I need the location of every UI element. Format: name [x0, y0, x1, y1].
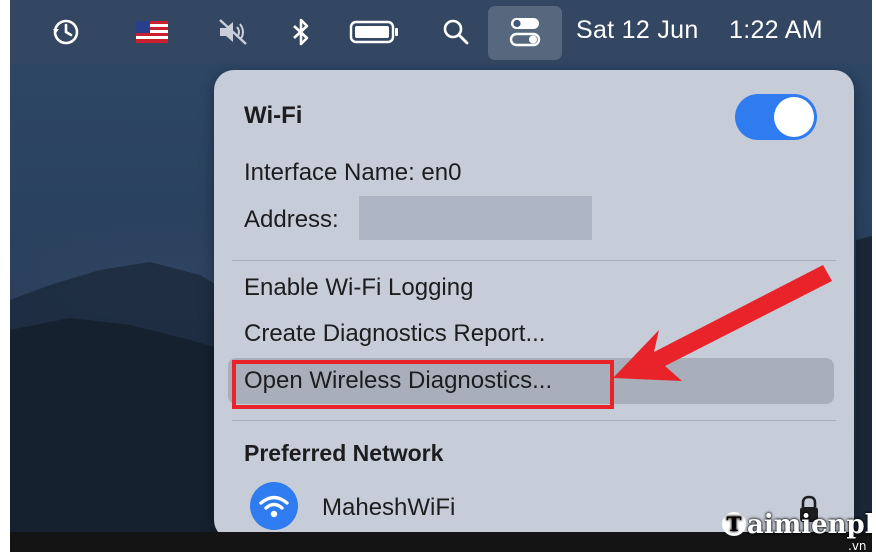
- wifi-toggle-knob: [774, 97, 814, 137]
- us-flag-icon[interactable]: [132, 0, 172, 64]
- address-value-redacted: [359, 196, 592, 240]
- annotation-highlight-box: [232, 360, 614, 409]
- menu-bar-time[interactable]: 1:22 AM: [729, 16, 823, 45]
- time-machine-icon[interactable]: [46, 0, 86, 64]
- control-center-icon[interactable]: [504, 0, 546, 64]
- menu-divider: [232, 420, 836, 421]
- create-diagnostics-report-item[interactable]: Create Diagnostics Report...: [244, 320, 545, 348]
- menu-bar-date[interactable]: Sat 12 Jun: [576, 16, 699, 45]
- network-name[interactable]: MaheshWiFi: [322, 494, 455, 522]
- battery-icon[interactable]: [346, 0, 404, 64]
- watermark-t-icon: T: [722, 512, 746, 536]
- mute-icon[interactable]: [210, 0, 256, 64]
- interface-name-text: Interface Name: en0: [244, 159, 462, 186]
- screenshot-frame: Sat 12 Jun 1:22 AM Wi-Fi Interface Name:…: [10, 0, 872, 552]
- enable-wifi-logging-item[interactable]: Enable Wi-Fi Logging: [244, 274, 473, 302]
- watermark-text: aimienphi: [747, 510, 872, 540]
- search-icon[interactable]: [438, 0, 474, 64]
- wifi-network-icon: [250, 482, 298, 530]
- wifi-menu-title: Wi-Fi: [244, 102, 303, 129]
- address-label: Address:: [244, 206, 339, 233]
- wifi-toggle[interactable]: [735, 94, 817, 140]
- watermark-logo: Taimienphi: [722, 510, 872, 540]
- bluetooth-icon[interactable]: [286, 0, 316, 64]
- watermark-suffix: .vn: [848, 539, 867, 552]
- preferred-network-header: Preferred Network: [244, 440, 444, 466]
- wifi-menu-panel: Wi-Fi Interface Name: en0 Address: Enabl…: [214, 70, 854, 540]
- menu-divider: [232, 260, 836, 261]
- menu-bar: Sat 12 Jun 1:22 AM: [10, 0, 872, 64]
